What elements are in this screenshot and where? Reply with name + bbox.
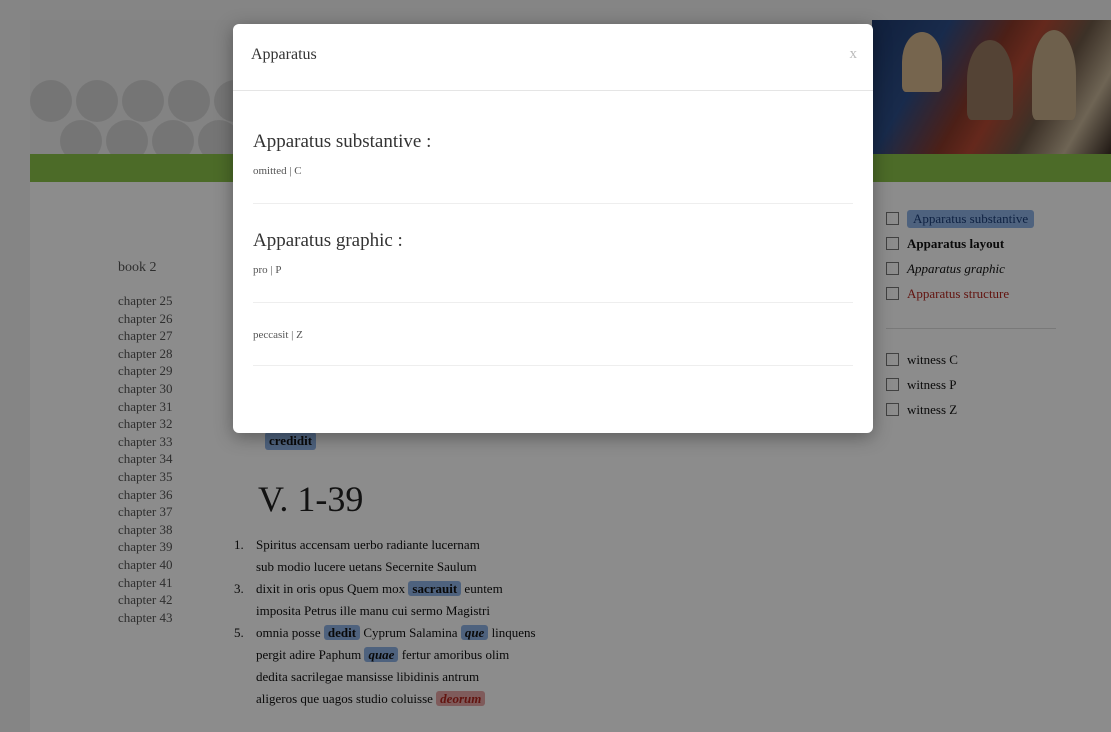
close-icon[interactable]: x <box>850 46 858 63</box>
modal-header: Apparatus x <box>233 24 873 91</box>
section-divider <box>253 365 853 366</box>
apparatus-graphic-heading: Apparatus graphic : <box>253 230 403 251</box>
apparatus-substantive-heading: Apparatus substantive : <box>253 131 432 152</box>
page: book 2 chapter 25 chapter 26 chapter 27 cha… <box>0 0 1111 732</box>
apparatus-entry: pro | P <box>253 264 282 276</box>
apparatus-modal: Apparatus x Apparatus substantive : omit… <box>233 24 873 433</box>
apparatus-entry: omitted | C <box>253 165 302 177</box>
modal-body: Apparatus substantive : omitted | C Appa… <box>233 91 873 366</box>
modal-title: Apparatus <box>251 46 317 63</box>
apparatus-entry: peccasit | Z <box>253 329 303 341</box>
